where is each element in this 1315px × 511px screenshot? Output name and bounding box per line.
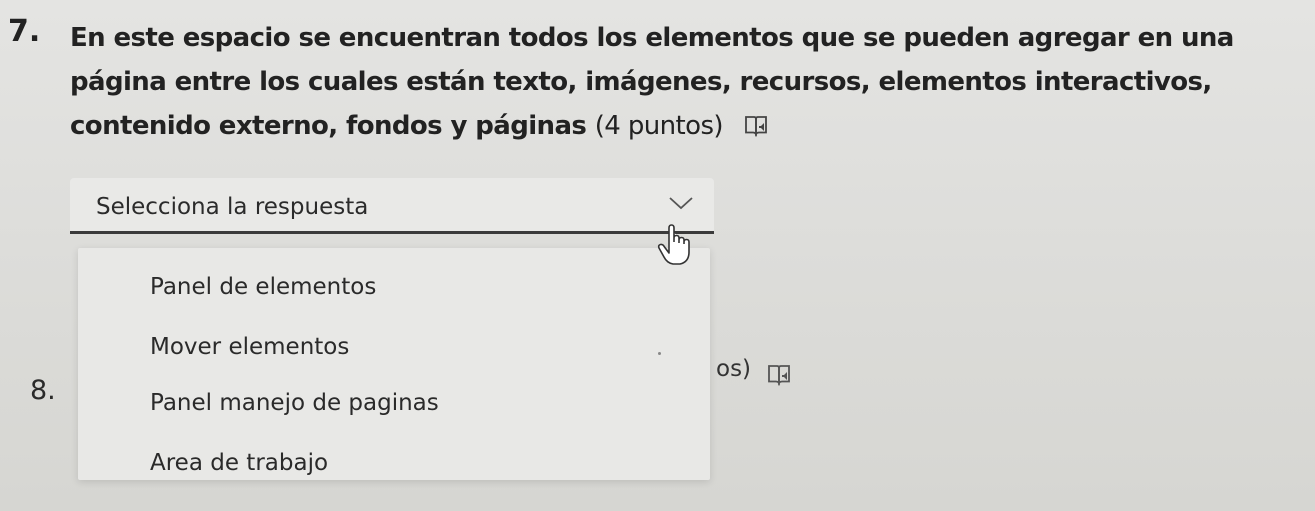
immersive-reader-icon-q8[interactable] bbox=[766, 362, 792, 386]
hand-cursor-icon bbox=[657, 224, 690, 265]
question-8-number: 8. bbox=[30, 375, 56, 406]
option-panel-manejo-de-paginas[interactable]: Panel manejo de paginas bbox=[150, 390, 439, 416]
question-7-number: 7. bbox=[8, 14, 41, 49]
question-8-points-fragment: os) bbox=[716, 356, 752, 382]
answer-select[interactable]: Selecciona la respuesta bbox=[70, 178, 714, 234]
option-mover-elementos[interactable]: Mover elementos bbox=[150, 334, 349, 360]
question-7-points: (4 puntos) bbox=[594, 111, 724, 141]
option-area-de-trabajo[interactable]: Area de trabajo bbox=[150, 450, 328, 476]
option-panel-de-elementos[interactable]: Panel de elementos bbox=[150, 274, 376, 300]
answer-dropdown-list: Panel de elementos Mover elementos Panel… bbox=[78, 248, 710, 480]
screen-speck bbox=[658, 352, 661, 355]
select-placeholder: Selecciona la respuesta bbox=[96, 194, 369, 220]
immersive-reader-icon[interactable] bbox=[743, 107, 769, 137]
chevron-down-icon bbox=[669, 197, 693, 210]
question-7-text: En este espacio se encuentran todos los … bbox=[70, 16, 1310, 148]
